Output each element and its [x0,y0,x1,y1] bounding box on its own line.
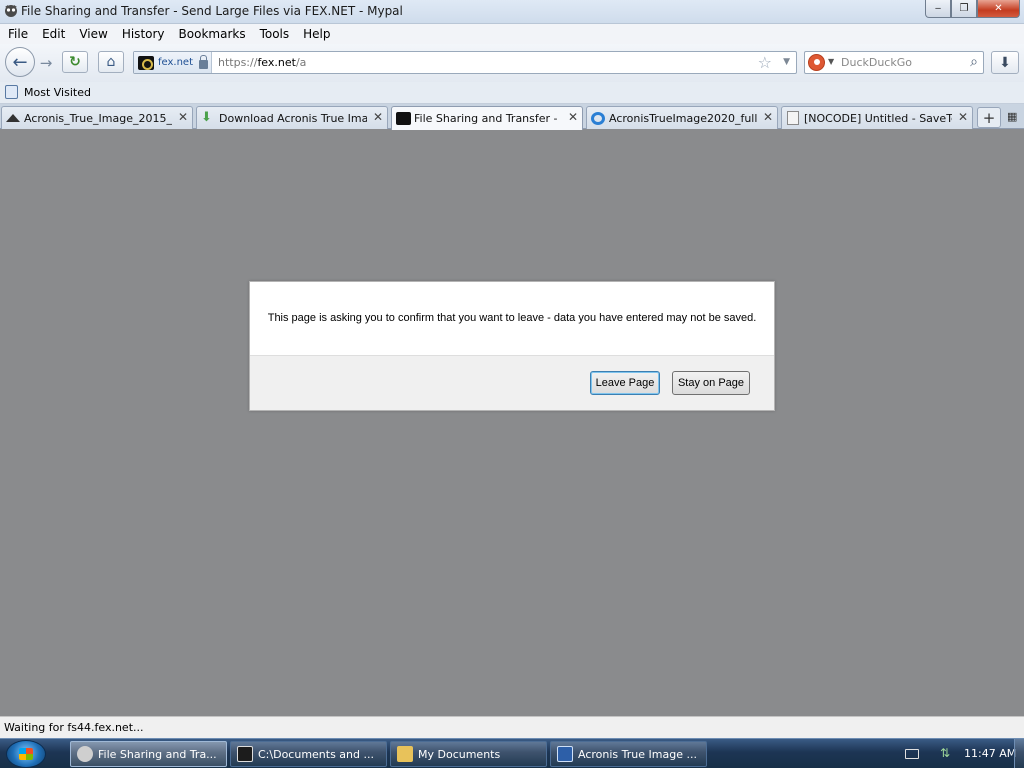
menu-help[interactable]: Help [303,27,330,41]
tab-close-icon[interactable]: ✕ [373,110,383,124]
folder-icon [397,746,413,762]
taskbar-item-label: C:\Documents and ... [258,747,374,761]
dialog-footer: Leave Page Stay on Page [250,355,774,410]
window-title: File Sharing and Transfer - Send Large F… [21,4,403,18]
tab-download-acronis[interactable]: ⬇ Download Acronis True Ima... ✕ [196,106,388,129]
keyboard-icon[interactable] [905,749,919,759]
leave-page-dialog: This page is asking you to confirm that … [249,281,775,411]
tab-close-icon[interactable]: ✕ [958,110,968,124]
tab-acronis-2020[interactable]: AcronisTrueImage2020_full_... ✕ [586,106,778,129]
status-text: Waiting for fs44.fex.net... [4,721,144,734]
taskbar-item-label: Acronis True Image ... [578,747,697,761]
dialog-message: This page is asking you to confirm that … [267,312,757,324]
leave-page-button[interactable]: Leave Page [590,371,660,395]
duckduckgo-icon[interactable] [808,54,825,71]
menu-file[interactable]: File [8,27,28,41]
arrow-right-icon: → [39,54,53,72]
url-bar[interactable]: fex.net https://fex.net/a ☆ ▼ [133,51,797,74]
downloads-button[interactable]: ⬇ [991,51,1019,74]
download-arrow-icon: ⬇ [999,54,1011,71]
url-dropdown-icon[interactable]: ▼ [783,57,790,67]
tab-label: Download Acronis True Ima... [219,112,367,125]
taskbar: File Sharing and Tra... C:\Documents and… [0,738,1024,768]
search-engine-dropdown-icon[interactable]: ▼ [828,57,834,66]
status-bar: Waiting for fs44.fex.net... [0,716,1024,738]
tab-label: AcronisTrueImage2020_full_... [609,112,757,125]
new-tab-button[interactable]: + [977,107,1001,128]
search-bar[interactable]: ▼ DuckDuckGo ⌕ [804,51,984,74]
7zip-icon [237,746,253,762]
start-button[interactable] [6,740,46,768]
arrow-left-icon: ← [12,51,28,73]
url-scheme: https:// [218,56,258,69]
tab-fex-net[interactable]: File Sharing and Transfer - ... ✕ [391,106,583,130]
menu-tools[interactable]: Tools [260,27,290,41]
list-all-tabs-icon[interactable]: ▦ [1007,110,1021,124]
tab-favicon-icon: ⬇ [201,110,212,125]
search-placeholder: DuckDuckGo [841,56,912,69]
tab-favicon-icon [787,111,799,125]
show-desktop-button[interactable] [1014,739,1024,768]
window-controls: ‒ ❐ ✕ [925,0,1020,18]
menu-bar: File Edit View History Bookmarks Tools H… [0,24,1024,44]
forward-button[interactable]: → [35,53,57,73]
site-identity-label: fex.net [158,57,194,68]
taskbar-item-my-documents[interactable]: My Documents [390,741,547,767]
menu-history[interactable]: History [122,27,165,41]
tab-close-icon[interactable]: ✕ [178,110,188,124]
back-button[interactable]: ← [5,47,35,77]
maximize-button[interactable]: ❐ [951,0,977,18]
menu-edit[interactable]: Edit [42,27,65,41]
most-visited-icon [5,85,18,99]
tab-close-icon[interactable]: ✕ [763,110,773,124]
taskbar-item-acronis[interactable]: Acronis True Image ... [550,741,707,767]
taskbar-item-label: My Documents [418,747,501,761]
bookmarks-toolbar: Most Visited [0,82,1024,104]
home-button[interactable]: ⌂ [98,51,124,73]
tab-label: [NOCODE] Untitled - SaveTe... [804,112,952,125]
url-path: /a [295,56,307,69]
url-host: fex.net [257,56,296,69]
reload-icon: ↻ [69,54,81,70]
mypal-app-icon [5,5,17,17]
menu-bookmarks[interactable]: Bookmarks [179,27,246,41]
tab-close-icon[interactable]: ✕ [568,110,578,124]
tab-label: File Sharing and Transfer - ... [414,112,562,125]
most-visited-bookmark[interactable]: Most Visited [24,86,91,99]
tab-favicon-icon [6,114,20,122]
bookmark-star-icon[interactable]: ☆ [758,53,772,72]
plus-icon: + [982,108,996,127]
search-icon[interactable]: ⌕ [970,54,978,70]
tab-savetext[interactable]: [NOCODE] Untitled - SaveTe... ✕ [781,106,973,129]
minimize-button[interactable]: ‒ [925,0,951,18]
navigation-toolbar: ← → ↻ ⌂ fex.net https://fex.net/a ☆ ▼ ▼ … [0,44,1024,82]
tab-label: Acronis_True_Image_2015_v... [24,112,172,125]
title-bar: File Sharing and Transfer - Send Large F… [0,0,1024,24]
clock[interactable]: 11:47 AM [964,747,1016,760]
acronis-icon [557,746,573,762]
site-favicon-icon [138,55,154,70]
tab-favicon-icon [591,112,605,125]
reload-button[interactable]: ↻ [62,51,88,73]
taskbar-item-mypal[interactable]: File Sharing and Tra... [70,741,227,767]
home-icon: ⌂ [106,54,116,70]
network-icon[interactable]: ⇅ [940,746,956,760]
url-text[interactable]: https://fex.net/a [218,56,306,69]
site-identity-button[interactable]: fex.net [134,52,212,73]
mypal-icon [77,746,93,762]
taskbar-item-label: File Sharing and Tra... [98,747,217,761]
stay-on-page-button[interactable]: Stay on Page [672,371,750,395]
tab-strip: Acronis_True_Image_2015_v... ✕ ⬇ Downloa… [0,104,1024,130]
taskbar-item-7zip[interactable]: C:\Documents and ... [230,741,387,767]
menu-view[interactable]: View [79,27,107,41]
tab-favicon-icon [396,112,411,125]
lock-icon [199,55,209,69]
close-button[interactable]: ✕ [977,0,1020,18]
tab-acronis-2015[interactable]: Acronis_True_Image_2015_v... ✕ [1,106,193,129]
